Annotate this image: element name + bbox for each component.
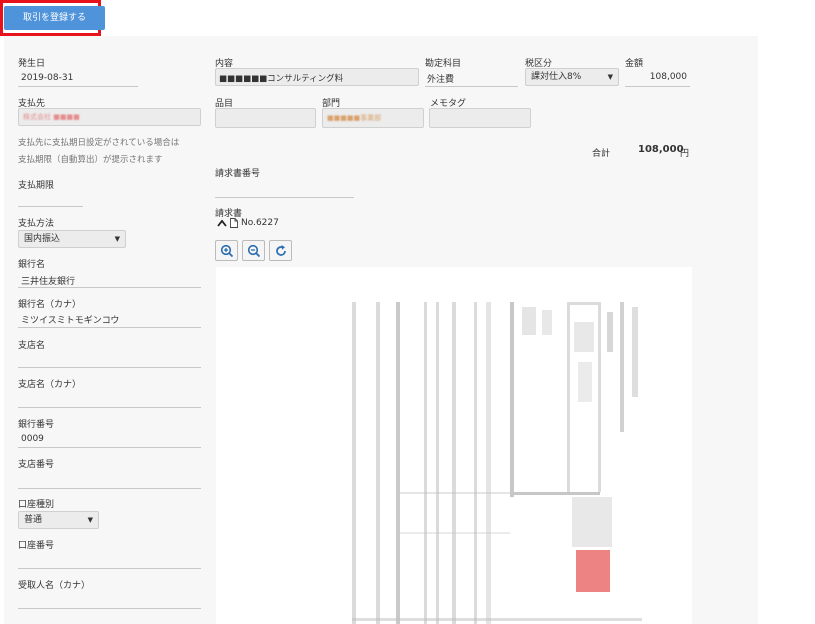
bank-label: 銀行名 — [18, 260, 46, 270]
date-input[interactable]: 2019-08-31 — [21, 73, 73, 83]
zoom-in-icon — [220, 244, 233, 257]
account-underline — [425, 86, 518, 87]
account-label: 勘定科目 — [425, 59, 462, 69]
due-label: 支払期限 — [18, 181, 55, 191]
branch-code-label: 支店番号 — [18, 460, 55, 470]
item-input[interactable] — [215, 108, 316, 128]
content-value: ■■■■■■コンサルティング料 — [219, 74, 344, 84]
method-label: 支払方法 — [18, 219, 55, 229]
payee-input[interactable]: 株式会社 ■■■■ — [18, 108, 201, 126]
branch-kana-underline — [18, 407, 201, 408]
date-underline — [18, 86, 138, 87]
rotate-button[interactable] — [269, 240, 292, 261]
account-no-label: 口座番号 — [18, 541, 55, 551]
zoom-in-button[interactable] — [215, 240, 238, 261]
total-label: 合計 — [592, 149, 611, 159]
register-transaction-button[interactable]: 取引を登録する — [4, 6, 105, 30]
memo-input[interactable] — [429, 108, 531, 128]
payee-hint-1: 支払先に支払期日設定がされている場合は — [18, 138, 180, 148]
bank-kana-underline — [18, 327, 201, 328]
method-select[interactable]: 国内振込 ▼ — [18, 230, 126, 248]
recipient-underline — [18, 608, 201, 609]
account-no-underline — [18, 568, 201, 569]
account-input[interactable]: 外注費 — [427, 72, 454, 85]
bank-code-underline — [18, 447, 201, 448]
invoice-number-label: 請求書番号 — [215, 169, 261, 179]
bank-kana-label: 銀行名（カナ） — [18, 300, 82, 310]
amount-label: 金額 — [625, 59, 644, 69]
account-type-label: 口座種別 — [18, 500, 55, 510]
chevron-down-icon: ▼ — [87, 516, 93, 524]
zoom-out-button[interactable] — [242, 240, 265, 261]
branch-underline — [18, 367, 201, 368]
method-value: 国内振込 — [24, 234, 61, 244]
total-unit: 円 — [680, 149, 690, 159]
dept-value: ■■■■■事業部 — [327, 114, 382, 122]
payee-hint-2: 支払期限（自動算出）が提示されます — [18, 155, 163, 165]
branch-label: 支店名 — [18, 341, 46, 351]
bank-code-input[interactable]: 0009 — [21, 434, 44, 444]
file-icon — [230, 218, 238, 228]
content-input[interactable]: ■■■■■■コンサルティング料 — [215, 68, 419, 86]
invoice-file-row[interactable]: No.6227 — [217, 218, 279, 228]
chevron-down-icon: ▼ — [607, 73, 613, 81]
amount-input[interactable]: 108,000 — [625, 72, 687, 82]
rotate-icon — [275, 244, 286, 256]
tax-select[interactable]: 課対仕入8% ▼ — [525, 68, 619, 86]
bank-underline — [18, 287, 201, 288]
branch-code-underline — [18, 488, 201, 489]
account-type-value: 普通 — [24, 515, 43, 525]
invoice-document-image — [352, 302, 642, 624]
due-underline — [18, 206, 83, 207]
dept-input[interactable]: ■■■■■事業部 — [322, 108, 424, 128]
chevron-down-icon: ▼ — [114, 235, 120, 243]
total-value: 108,000 — [638, 144, 684, 155]
date-label: 発生日 — [18, 59, 46, 69]
tax-value: 課対仕入8% — [531, 72, 582, 82]
seal-stamp — [576, 550, 610, 592]
amount-underline — [625, 86, 690, 87]
zoom-out-icon — [247, 244, 260, 257]
recipient-label: 受取人名（カナ） — [18, 581, 91, 591]
invoice-number-underline — [215, 197, 354, 198]
bank-code-label: 銀行番号 — [18, 420, 55, 430]
account-type-select[interactable]: 普通 ▼ — [18, 511, 99, 529]
payee-value: 株式会社 ■■■■ — [23, 113, 80, 121]
bank-input[interactable]: 三井住友銀行 — [21, 274, 75, 287]
chevron-up-icon[interactable] — [217, 219, 227, 227]
bank-kana-input[interactable]: ミツイスミトモギンコウ — [21, 313, 119, 326]
branch-kana-label: 支店名（カナ） — [18, 380, 82, 390]
invoice-file-name[interactable]: No.6227 — [241, 218, 279, 228]
